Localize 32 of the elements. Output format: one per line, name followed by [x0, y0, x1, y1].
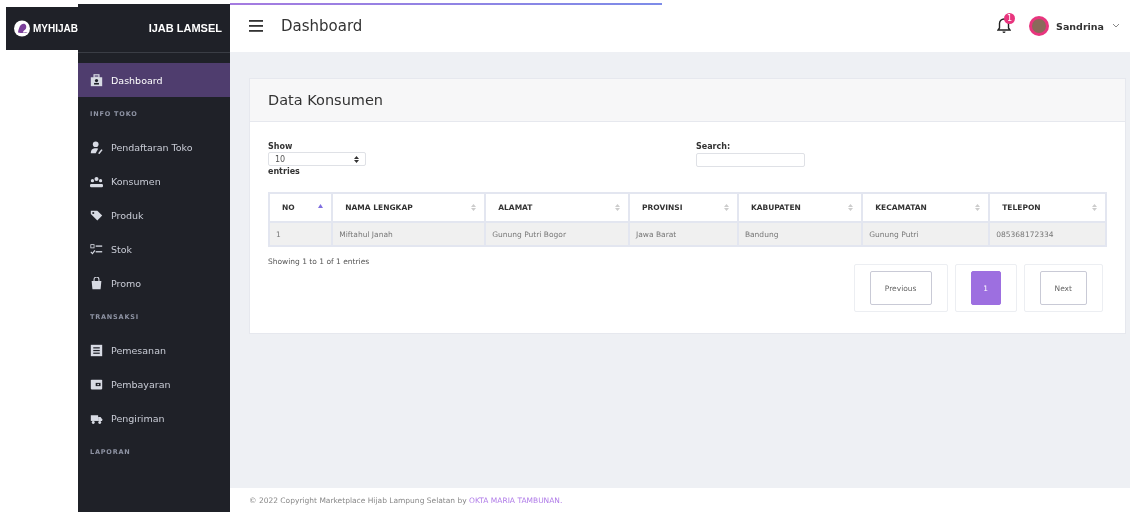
- shopping-bag-icon: [90, 276, 103, 290]
- wallet-icon: [90, 377, 103, 391]
- search-field[interactable]: [696, 153, 805, 167]
- entries-select[interactable]: 10: [268, 152, 366, 166]
- user-pen-icon: [90, 140, 103, 154]
- users-icon: [90, 174, 103, 188]
- show-label: Show: [268, 142, 293, 151]
- caret-icon: [1112, 23, 1120, 29]
- sidebar-item[interactable]: Konsumen: [78, 164, 230, 198]
- entries-label: entries: [268, 167, 300, 176]
- card-title: Data Konsumen: [250, 79, 1125, 122]
- sidebar-item[interactable]: Pengiriman: [78, 401, 230, 435]
- search-label: Search:: [696, 142, 731, 151]
- hijab-logo-icon: [14, 19, 30, 38]
- page-title: Dashboard: [281, 17, 364, 35]
- sidebar-item[interactable]: Pendaftaran Toko: [78, 130, 230, 164]
- menu-icon: [249, 20, 263, 32]
- sidebar-item[interactable]: Stok: [78, 232, 230, 266]
- sidebar-item[interactable]: Dashboard: [78, 63, 230, 97]
- notification-badge: 1: [1004, 13, 1016, 24]
- briefcase-icon: [90, 73, 103, 87]
- brand-name: MYHIJAB: [33, 23, 78, 34]
- sidebar-item[interactable]: Produk: [78, 198, 230, 232]
- checklist-icon: [90, 242, 103, 256]
- sidebar-item[interactable]: Pembayaran: [78, 367, 230, 401]
- tag-icon: [90, 208, 103, 222]
- sidebar-item[interactable]: Pemesanan: [78, 333, 230, 367]
- sidebar-item[interactable]: Promo: [78, 266, 230, 300]
- list-icon: [90, 343, 103, 357]
- avatar[interactable]: [1029, 16, 1050, 36]
- user-name[interactable]: Sandrina: [1056, 20, 1104, 32]
- sort-icon: [354, 155, 359, 163]
